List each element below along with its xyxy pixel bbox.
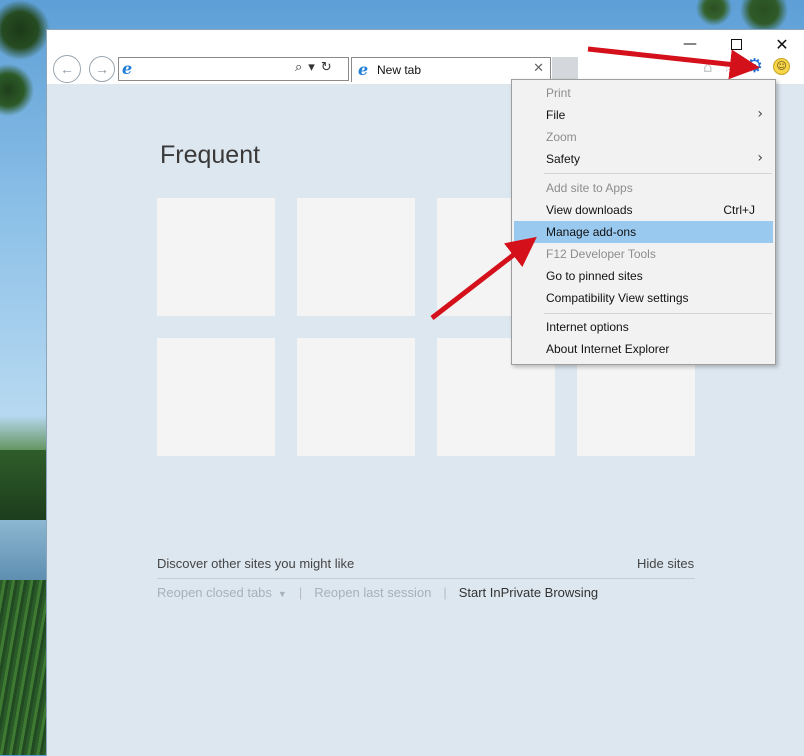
menu-item-go-to-pinned-sites[interactable]: Go to pinned sites	[514, 265, 773, 287]
menu-item-internet-options[interactable]: Internet options	[514, 316, 773, 338]
forward-button[interactable]: →	[89, 56, 115, 82]
desktop-lake	[0, 520, 48, 580]
gear-icon[interactable]: ⚙	[746, 57, 763, 76]
chevron-right-icon: ›	[757, 106, 763, 122]
frequent-tile[interactable]	[297, 198, 415, 316]
desktop-tree-foliage-right	[664, 0, 804, 30]
desktop-forest	[0, 450, 48, 520]
bottom-links: Reopen closed tabs ▼ | Reopen last sessio…	[157, 585, 598, 600]
chevron-right-icon: ›	[757, 150, 763, 166]
favorites-star-icon[interactable]: ☆	[723, 58, 736, 76]
desktop-tree-foliage	[0, 0, 50, 140]
refresh-icon[interactable]: ↻	[321, 60, 332, 75]
reopen-closed-tabs-label: Reopen closed tabs	[157, 585, 272, 600]
tab-ie-icon: e	[358, 60, 369, 79]
menu-item-zoom[interactable]: Zoom	[514, 126, 773, 148]
menu-separator	[544, 313, 772, 314]
menu-separator	[544, 173, 772, 174]
menu-item-about-internet-explorer[interactable]: About Internet Explorer	[514, 338, 773, 360]
menu-item-add-site-to-apps[interactable]: Add site to Apps	[514, 177, 773, 199]
link-separator: |	[298, 585, 303, 600]
close-icon: ✕	[775, 34, 789, 54]
tab-close-icon[interactable]: ✕	[533, 61, 544, 76]
home-icon[interactable]: ⌂	[703, 58, 713, 76]
menu-item-manage-add-ons[interactable]: Manage add-ons	[514, 221, 773, 243]
dropdown-icon[interactable]: ▾	[308, 60, 315, 75]
smile-feedback-icon[interactable]: ☺	[773, 58, 791, 75]
minimize-icon: —	[683, 36, 697, 52]
caret-down-icon: ▼	[277, 589, 287, 599]
address-input[interactable]	[141, 59, 289, 77]
divider	[157, 578, 695, 579]
frequent-tile[interactable]	[157, 338, 275, 456]
search-icon[interactable]: ⌕	[295, 60, 302, 75]
address-bar[interactable]: e ⌕ ▾ ↻	[118, 57, 349, 81]
menu-item-compatibility-view-settings[interactable]: Compatibility View settings	[514, 287, 773, 309]
tab-title: New tab	[377, 63, 422, 77]
frequent-tile[interactable]	[297, 338, 415, 456]
hide-sites-link[interactable]: Hide sites	[637, 556, 694, 571]
reopen-closed-tabs-link[interactable]: Reopen closed tabs ▼	[157, 585, 287, 600]
back-arrow-icon: ←	[60, 61, 74, 77]
forward-arrow-icon: →	[95, 61, 109, 77]
frequent-tile[interactable]	[157, 198, 275, 316]
reopen-last-session-link[interactable]: Reopen last session	[314, 585, 431, 600]
menu-item-print[interactable]: Print	[514, 82, 773, 104]
maximize-icon	[730, 38, 742, 50]
menu-item-view-downloads[interactable]: View downloads Ctrl+J	[514, 199, 773, 221]
new-tab-button[interactable]	[552, 57, 578, 81]
link-separator: |	[443, 585, 447, 600]
shortcut-label: Ctrl+J	[723, 203, 755, 217]
tools-menu: Print File › Zoom Safety › Add site to App…	[511, 79, 776, 365]
desktop-reeds	[0, 580, 48, 755]
page-title: Frequent	[160, 141, 261, 169]
menu-item-file[interactable]: File ›	[514, 104, 773, 126]
start-inprivate-link[interactable]: Start InPrivate Browsing	[459, 585, 598, 600]
discover-sites-link[interactable]: Discover other sites you might like	[157, 556, 354, 571]
menu-item-f12-developer-tools[interactable]: F12 Developer Tools	[514, 243, 773, 265]
menu-item-safety[interactable]: Safety ›	[514, 148, 773, 170]
back-button[interactable]: ←	[53, 55, 81, 83]
ie-logo-icon: e	[122, 59, 133, 78]
